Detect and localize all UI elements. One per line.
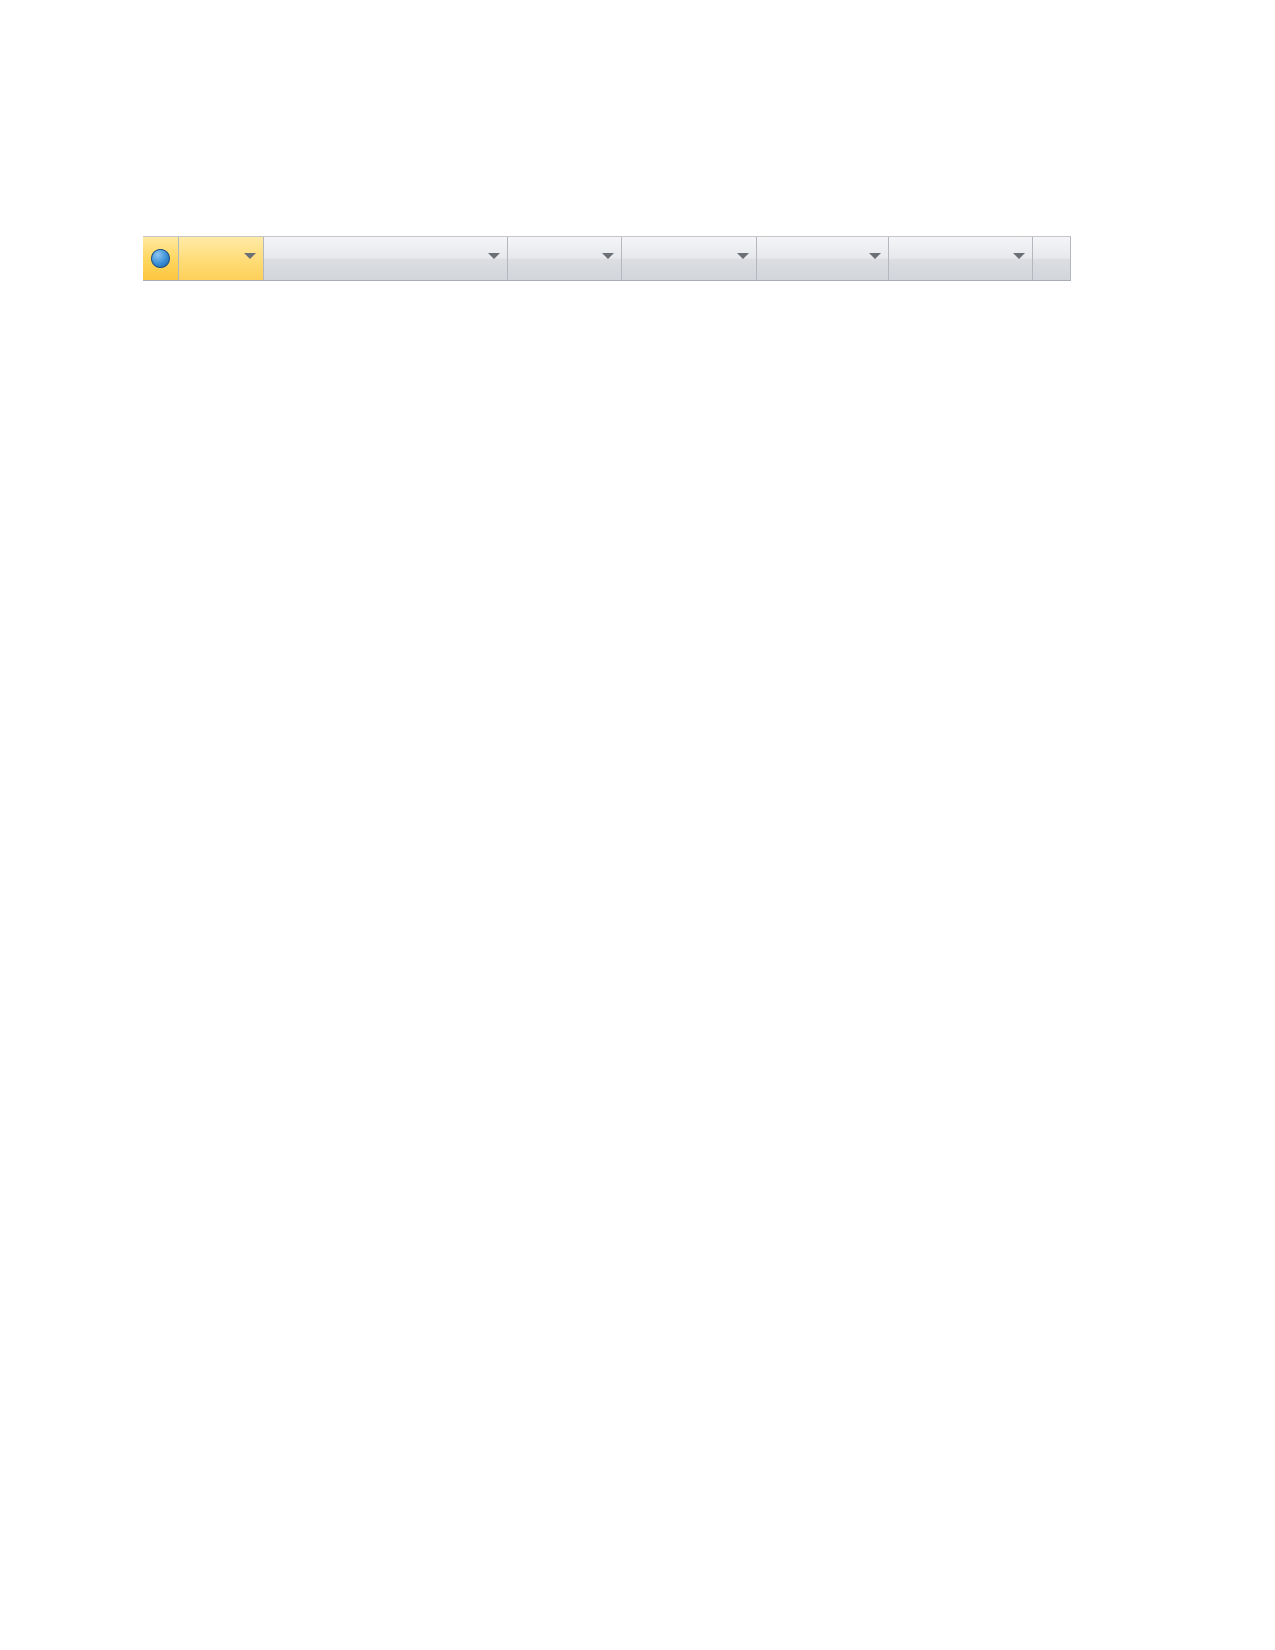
column-header-duration[interactable] [508,237,622,280]
filter-arrow-icon[interactable] [602,253,614,259]
filter-arrow-icon[interactable] [869,253,881,259]
column-header-indicator[interactable] [143,237,179,280]
filter-arrow-icon[interactable] [244,253,256,259]
column-header-resources[interactable] [1033,237,1071,280]
gantt-chart[interactable] [143,772,843,1272]
filter-arrow-icon[interactable] [488,253,500,259]
column-header-task-name[interactable] [264,237,508,280]
document-page [0,0,1275,1650]
column-header-predecessors[interactable] [889,237,1033,280]
table-header-row [143,237,1071,281]
column-header-finish[interactable] [757,237,889,280]
gantt-chart-canvas [143,772,843,1272]
column-header-task-mode[interactable] [179,237,264,280]
project-task-table[interactable] [143,236,1071,773]
info-icon [151,249,170,268]
filter-arrow-icon[interactable] [1013,253,1025,259]
filter-arrow-icon[interactable] [737,253,749,259]
column-header-start[interactable] [622,237,757,280]
